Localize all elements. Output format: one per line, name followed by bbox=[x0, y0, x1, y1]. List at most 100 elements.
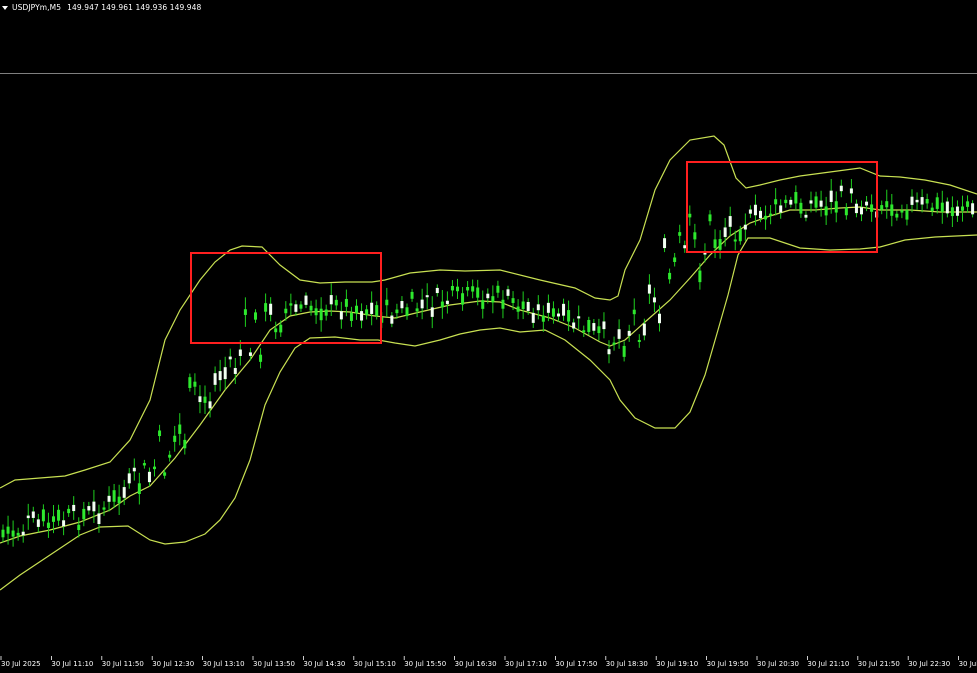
candle-body bbox=[178, 424, 182, 434]
candle-body bbox=[804, 214, 808, 218]
candle-body bbox=[955, 206, 959, 216]
candle-body bbox=[370, 302, 374, 314]
candle-body bbox=[516, 306, 520, 312]
candle-body bbox=[844, 207, 848, 216]
candle-body bbox=[622, 345, 626, 357]
candle-body bbox=[496, 285, 500, 293]
bollinger-upper-band bbox=[0, 135, 977, 489]
candle-body bbox=[92, 501, 96, 512]
candle-body bbox=[77, 524, 81, 531]
candle-body bbox=[849, 188, 853, 194]
candle-body bbox=[501, 299, 505, 309]
candle-body bbox=[930, 207, 934, 212]
candle-body bbox=[562, 303, 566, 316]
candle-body bbox=[385, 299, 389, 306]
candle-body bbox=[925, 198, 929, 204]
candle-body bbox=[971, 203, 975, 215]
candle-body bbox=[587, 319, 591, 332]
candle-body bbox=[122, 487, 126, 498]
candle-body bbox=[107, 495, 111, 502]
x-tick-label: 30 Jul 11:10 bbox=[51, 660, 93, 668]
candle-body bbox=[349, 312, 353, 321]
candle-body bbox=[304, 295, 308, 305]
candle-body bbox=[233, 368, 237, 374]
candle-body bbox=[163, 472, 167, 476]
candle-body bbox=[698, 270, 702, 283]
candle-body bbox=[779, 205, 783, 213]
candle-body bbox=[269, 303, 273, 315]
x-tick-label: 30 Jul 15:10 bbox=[354, 660, 396, 668]
candle-body bbox=[693, 232, 697, 240]
candle-body bbox=[466, 286, 470, 291]
candle-body bbox=[117, 496, 121, 504]
candle-body bbox=[966, 201, 970, 207]
candle-body bbox=[147, 471, 151, 483]
candle-body bbox=[905, 210, 909, 220]
candle-body bbox=[481, 300, 485, 309]
candle-body bbox=[551, 308, 555, 317]
candle-body bbox=[476, 287, 480, 298]
candle-body bbox=[299, 304, 303, 309]
candle-body bbox=[718, 239, 722, 250]
candle-body bbox=[87, 506, 91, 511]
candle-body bbox=[243, 309, 247, 315]
candle-body bbox=[829, 190, 833, 202]
candle-body bbox=[102, 507, 106, 510]
candle-body bbox=[82, 508, 86, 520]
candle-body bbox=[188, 377, 192, 388]
candle-body bbox=[769, 213, 773, 216]
candle-body bbox=[198, 396, 202, 403]
x-tick-label: 30 Jul 2025 bbox=[1, 660, 41, 668]
candle-body bbox=[31, 511, 35, 518]
price-plot[interactable]: 30 Jul 2025 30 Jul 11:10 30 Jul 11:50 30 Ju… bbox=[0, 0, 977, 673]
candle-body bbox=[153, 466, 156, 470]
candle-body bbox=[910, 196, 914, 205]
candle-body bbox=[41, 509, 45, 522]
candle-body bbox=[67, 508, 71, 514]
candle-body bbox=[486, 293, 490, 299]
candle-body bbox=[415, 308, 419, 312]
candle-body bbox=[642, 323, 646, 336]
candle-body bbox=[673, 257, 677, 262]
candle-body bbox=[294, 304, 298, 312]
candle-body bbox=[238, 349, 242, 356]
bollinger-lower-band bbox=[0, 234, 977, 591]
candle-body bbox=[309, 305, 313, 311]
candle-body bbox=[521, 301, 525, 309]
candle-body bbox=[314, 308, 318, 316]
candle-body bbox=[789, 199, 793, 205]
candle-body bbox=[935, 197, 939, 209]
candle-body bbox=[602, 321, 606, 330]
candle-body bbox=[950, 207, 954, 217]
candle-body bbox=[324, 309, 328, 316]
candle-body bbox=[647, 284, 651, 294]
candle-body bbox=[390, 315, 394, 324]
candle-body bbox=[365, 309, 369, 316]
candle-body bbox=[688, 213, 692, 218]
chart-window[interactable]: USDJPYm,M5 149.947 149.961 149.936 149.9… bbox=[0, 0, 977, 673]
candle-body bbox=[854, 203, 858, 214]
candle-body bbox=[794, 192, 798, 204]
candle-body bbox=[259, 354, 263, 362]
candle-body bbox=[617, 329, 621, 339]
candlesticks bbox=[1, 178, 975, 547]
candle-body bbox=[218, 371, 222, 381]
candle-body bbox=[567, 310, 571, 322]
candle-body bbox=[961, 206, 964, 211]
candle-body bbox=[799, 202, 803, 214]
candle-body bbox=[264, 303, 268, 312]
candle-body bbox=[334, 299, 338, 306]
x-tick-label: 30 Jul bbox=[959, 660, 977, 668]
candle-body bbox=[461, 293, 465, 305]
x-tick-label: 30 Jul 21:50 bbox=[858, 660, 900, 668]
candle-body bbox=[360, 311, 364, 321]
candle-body bbox=[920, 197, 924, 205]
candle-body bbox=[658, 313, 661, 324]
candle-body bbox=[52, 516, 55, 522]
candle-body bbox=[541, 315, 545, 322]
x-tick-label: 30 Jul 19:50 bbox=[707, 660, 749, 668]
candle-body bbox=[46, 522, 50, 528]
candle-body bbox=[183, 439, 187, 449]
candle-body bbox=[546, 302, 550, 313]
candle-body bbox=[557, 313, 560, 317]
